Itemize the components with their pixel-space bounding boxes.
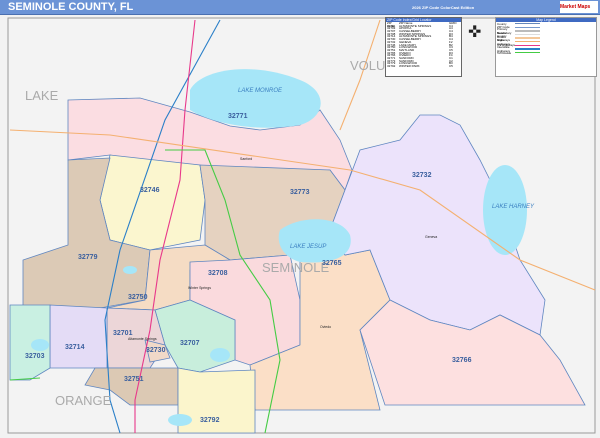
- zip-area-32714[interactable]: [49, 304, 108, 369]
- map-legend: Map Legend County ZIP Code Primary Roads Se…: [495, 17, 597, 77]
- legend-line-swatch: [515, 48, 540, 50]
- edition-label: 2026 ZIP Code ColorCast Edition: [412, 5, 475, 10]
- lake-label-jesup: LAKE JESUP: [290, 244, 326, 250]
- zip-index-cell: 32792: [387, 64, 396, 68]
- legend-line-swatch: [515, 30, 540, 32]
- legend-line-swatch: [515, 23, 540, 25]
- compass-rose-icon: ✜: [468, 24, 482, 41]
- lake-shape: [31, 339, 49, 351]
- zip-label: 32765: [322, 260, 342, 267]
- zip-label: 32766: [452, 357, 472, 364]
- zip-label: 32701: [113, 330, 133, 337]
- place-label: Oviedo: [320, 325, 331, 329]
- place-label: Sanford: [240, 157, 252, 161]
- zip-label: 32771: [228, 113, 248, 120]
- zip-index-row: 32792 WINTER PARK C5: [386, 65, 461, 68]
- zip-label: 32792: [200, 417, 220, 424]
- zip-area-32746[interactable]: [99, 154, 206, 251]
- place-label: Altamonte Springs: [128, 337, 157, 341]
- legend-item-label: Toll Roads: [497, 50, 512, 55]
- legend-line-swatch: [515, 41, 540, 43]
- legend-item: Toll Roads: [496, 51, 596, 55]
- market-maps-logo: Market Maps: [560, 1, 598, 13]
- lake-harney-shape: [483, 165, 527, 255]
- zip-code-map[interactable]: LAKE VOLUSIA SEMINOLE ORANGE LAKE MONROE…: [0, 15, 600, 438]
- zip-label: 32708: [208, 270, 228, 277]
- zip-label: 32730: [146, 347, 166, 354]
- zip-label: 32714: [65, 344, 85, 351]
- zip-label: 32779: [78, 254, 98, 261]
- legend-line-swatch: [515, 51, 540, 54]
- zip-label: 32746: [140, 187, 160, 194]
- legend-line-swatch: [515, 26, 540, 29]
- lake-shape: [210, 348, 230, 362]
- legend-line-swatch: [515, 44, 540, 47]
- zip-index-legend: ZIP Code Index/Grid Locator ZIP Code ZIP…: [385, 17, 462, 77]
- zip-label: 32703: [25, 353, 45, 360]
- header-bar: SEMINOLE COUNTY, FL 2026 ZIP Code ColorC…: [0, 0, 600, 15]
- county-label-lake: LAKE: [25, 88, 59, 103]
- county-label-seminole: SEMINOLE: [262, 260, 330, 275]
- lake-shape: [168, 414, 192, 426]
- zip-label: 32773: [290, 189, 310, 196]
- zip-label: 32751: [124, 376, 144, 383]
- county-label-orange: ORANGE: [55, 393, 112, 408]
- map-title: SEMINOLE COUNTY, FL: [8, 1, 134, 13]
- lake-label-harney: LAKE HARNEY: [492, 204, 535, 210]
- place-label: Winter Springs: [188, 286, 211, 290]
- lake-label-monroe: LAKE MONROE: [238, 88, 283, 94]
- lake-jesup-shape: [278, 219, 351, 263]
- zip-index-cell: C5: [449, 64, 453, 68]
- zip-label: 32750: [128, 294, 148, 301]
- map-page: SEMINOLE COUNTY, FL 2026 ZIP Code ColorC…: [0, 0, 600, 438]
- legend-line-swatch: [515, 33, 540, 36]
- zip-label: 32707: [180, 340, 200, 347]
- place-label: Geneva: [425, 235, 437, 239]
- lake-shape: [123, 266, 137, 274]
- zip-index-cell: WINTER PARK: [399, 64, 420, 68]
- zip-label: 32732: [412, 172, 432, 179]
- legend-line-swatch: [515, 37, 540, 39]
